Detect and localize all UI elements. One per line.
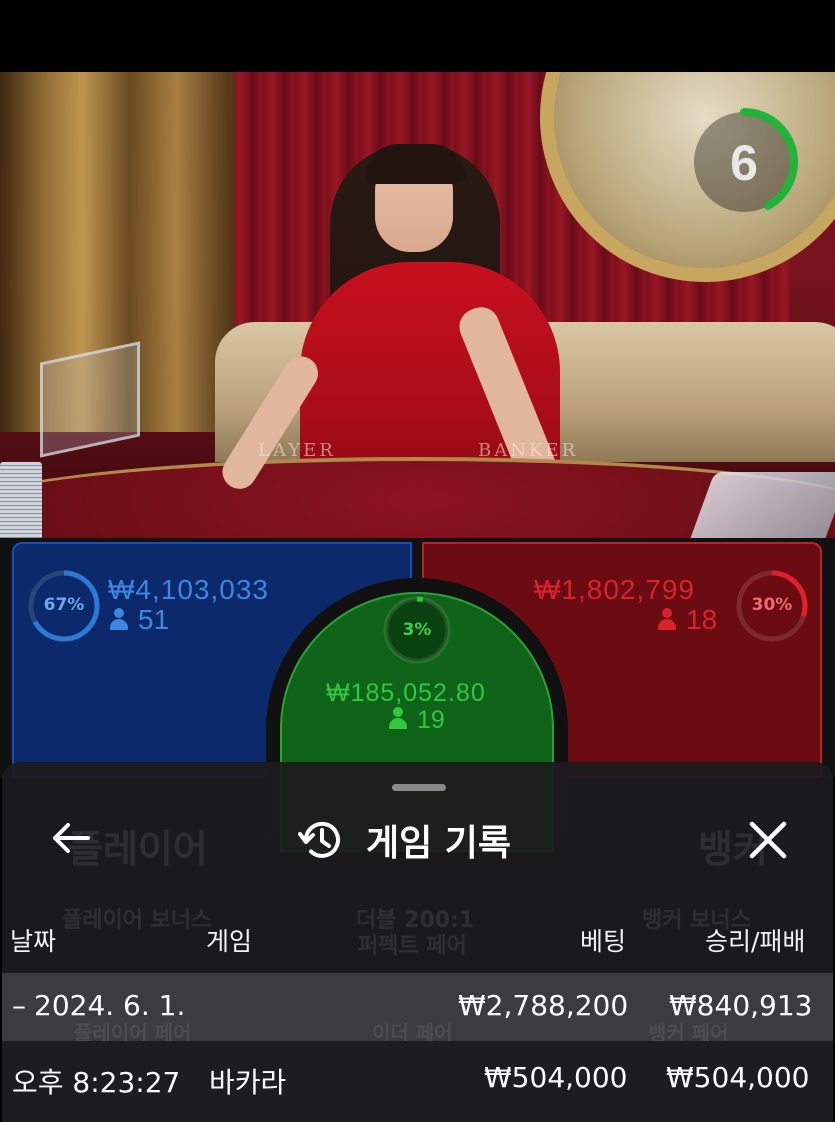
collapse-dash-icon: – (12, 989, 26, 1022)
banker-bettor-count: 18 (658, 604, 717, 636)
timer-seconds: 6 (730, 135, 758, 191)
banker-total-amount: ₩1,802,799 (534, 574, 695, 605)
history-game-row[interactable]: 오후 8:23:27 바카라 ₩504,000 ₩504,000 (2, 1041, 833, 1122)
sheet-title: 게임 기록 (366, 823, 512, 864)
column-header-game: 게임 (206, 927, 253, 956)
tie-bettor-count: 19 (389, 706, 445, 735)
row-game-time: 오후 8:23:27 (12, 1066, 181, 1099)
betting-countdown-timer: 6 (686, 104, 802, 220)
banker-bettor-count-value: 18 (686, 604, 718, 635)
tie-bettor-count-value: 19 (417, 706, 445, 734)
column-header-bet: 베팅 (580, 927, 627, 956)
close-button[interactable] (738, 814, 798, 866)
betting-area: 67% ₩4,103,033 51 30% ₩1,802,799 18 3% ₩… (0, 538, 835, 852)
row-game-result: ₩504,000 (666, 1061, 810, 1094)
sheet-header: 게임 기록 (298, 812, 511, 868)
table-label-player: LAYER (258, 440, 336, 461)
player-total-amount: ₩4,103,033 (108, 574, 269, 605)
arrow-left-icon (53, 823, 90, 853)
column-header-date: 날짜 (10, 927, 57, 956)
person-icon (389, 707, 407, 729)
column-header-result: 승리/패배 (705, 927, 806, 956)
dealer-bangs (365, 144, 465, 184)
back-button[interactable] (42, 814, 98, 862)
bg-player-bonus: 플레이어 보너스 (62, 908, 212, 933)
tie-percent: 3% (402, 620, 432, 640)
row-game-bet: ₩504,000 (484, 1061, 628, 1094)
person-icon (658, 608, 676, 630)
row-date-bet-total: ₩2,788,200 (458, 989, 629, 1022)
player-percent: 67% (43, 595, 85, 615)
history-date-row[interactable]: – 2024. 6. 1. ₩2,788,200 ₩840,913 플레이어 페… (2, 973, 833, 1045)
banker-percent: 30% (751, 595, 793, 615)
close-icon (749, 821, 787, 859)
row-game-name: 바카라 (209, 1066, 287, 1099)
card-stack (0, 462, 42, 540)
player-bettor-count-value: 51 (138, 604, 170, 635)
person-icon (110, 608, 128, 630)
discard-box (40, 341, 140, 458)
sheet-drag-handle[interactable] (392, 784, 446, 791)
player-bettor-count: 51 (110, 604, 169, 636)
table-label-banker: BANKER (478, 440, 579, 461)
tie-total-amount: ₩185,052.80 (326, 679, 486, 707)
bg-perfect-pair-2: 퍼펙트 페어 (358, 934, 467, 959)
history-clock-icon (298, 821, 340, 858)
game-history-sheet: 플레이어 뱅커 플레이어 보너스 더블 200:1 퍼펙트 페어 뱅커 보너스 … (2, 762, 833, 1122)
